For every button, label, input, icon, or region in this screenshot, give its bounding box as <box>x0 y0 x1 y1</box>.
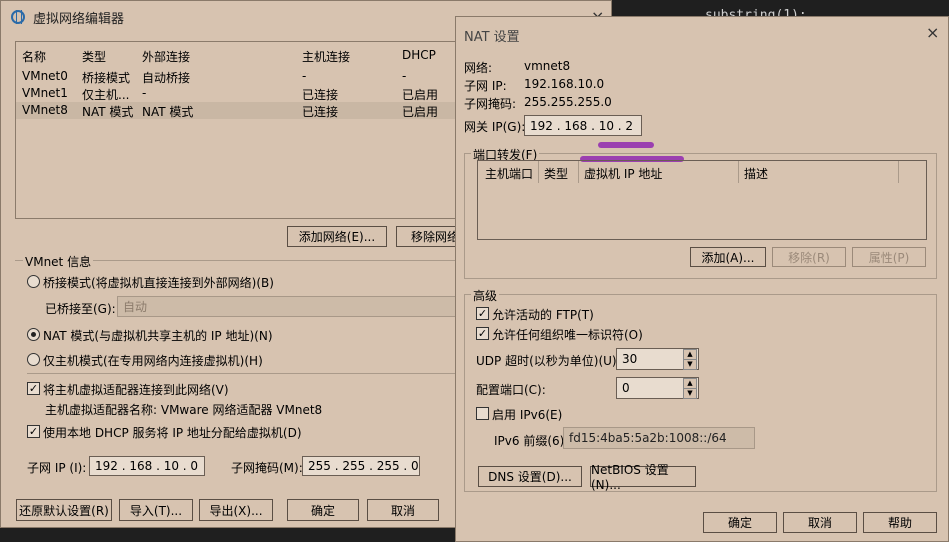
bridged-to-select[interactable]: 自动 <box>117 296 465 317</box>
column-divider <box>738 161 739 183</box>
dialog-title: NAT 设置 <box>464 30 520 45</box>
cell: VMnet1 <box>22 86 68 100</box>
cell: 已连接 <box>302 105 339 119</box>
cancel-button[interactable]: 取消 <box>783 512 857 533</box>
subnet-mask-field[interactable]: 255 . 255 . 255 . 0 <box>302 456 420 476</box>
cell: 已启用 <box>402 88 439 102</box>
advanced-label: 高级 <box>471 287 500 304</box>
close-button[interactable]: × <box>926 23 939 42</box>
port-forward-list[interactable]: 主机端口 类型 虚拟机 IP 地址 描述 <box>477 160 927 240</box>
use-dhcp-checkbox[interactable]: ✓ <box>27 425 40 438</box>
cell: VMnet8 <box>22 103 68 117</box>
network-value: vmnet8 <box>524 59 571 73</box>
restore-defaults-button[interactable]: 还原默认设置(R) <box>16 499 112 521</box>
window-title: 虚拟网络编辑器 <box>33 11 125 27</box>
column-header-host[interactable]: 主机连接 <box>302 48 350 65</box>
use-dhcp-label: 使用本地 DHCP 服务将 IP 地址分配给虚拟机(D) <box>43 426 302 440</box>
hostonly-radio[interactable] <box>27 353 40 366</box>
allow-oui-checkbox[interactable]: ✓ <box>476 327 489 340</box>
gateway-label: 网关 IP(G): <box>464 120 526 134</box>
udp-timeout-label: UDP 超时(以秒为单位)(U): <box>476 354 621 368</box>
ipv6-checkbox[interactable] <box>476 407 489 420</box>
nat-radio[interactable] <box>27 328 40 341</box>
subnet-ip-label: 子网 IP: <box>464 79 507 93</box>
gateway-ip-field[interactable]: 192 . 168 . 10 . 2 <box>524 115 642 136</box>
table-row[interactable]: VMnet1 仅主机... - 已连接 已启用 <box>16 85 464 102</box>
cell: - <box>302 69 307 83</box>
cell: 仅主机... <box>82 88 130 102</box>
subnet-mask-label: 子网掩码: <box>464 97 517 111</box>
allow-ftp-checkbox[interactable]: ✓ <box>476 307 489 320</box>
config-port-label: 配置端口(C): <box>476 383 546 397</box>
ipv6-prefix-field[interactable]: fd15:4ba5:5a2b:1008::/64 <box>563 427 755 449</box>
spin-down-icon[interactable]: ▼ <box>683 388 697 399</box>
bridged-radio[interactable] <box>27 275 40 288</box>
column-divider <box>578 161 579 183</box>
cell: 桥接模式 <box>82 71 131 85</box>
column-header-type[interactable]: 类型 <box>82 48 106 65</box>
allow-ftp-label: 允许活动的 FTP(T) <box>492 308 594 322</box>
cell: 已连接 <box>302 88 339 102</box>
cell: 已启用 <box>402 105 439 119</box>
nat-label: NAT 模式(与虚拟机共享主机的 IP 地址)(N) <box>43 329 273 343</box>
ok-button[interactable]: 确定 <box>703 512 777 533</box>
allow-oui-label: 允许任何组织唯一标识符(O) <box>492 328 643 342</box>
column-header-host-port[interactable]: 主机端口 <box>485 165 533 182</box>
adapter-name-text: 主机虚拟适配器名称: VMware 网络适配器 VMnet8 <box>45 403 323 417</box>
column-header-description[interactable]: 描述 <box>744 165 768 182</box>
properties-button[interactable]: 属性(P) <box>852 247 926 267</box>
ipv6-label: 启用 IPv6(E) <box>492 408 563 422</box>
connect-adapter-label: 将主机虚拟适配器连接到此网络(V) <box>43 383 229 397</box>
subnet-ip-label: 子网 IP (I): <box>27 461 87 475</box>
column-header-type[interactable]: 类型 <box>544 165 568 182</box>
divider <box>27 373 465 374</box>
import-button[interactable]: 导入(T)... <box>119 499 193 521</box>
subnet-ip-value: 192.168.10.0 <box>524 77 605 91</box>
nat-settings-dialog: NAT 设置 × 网络: vmnet8 子网 IP: 192.168.10.0 … <box>455 16 949 542</box>
column-divider <box>898 161 899 183</box>
bridged-to-label: 已桥接至(G): <box>45 302 116 316</box>
cell: VMnet0 <box>22 69 68 83</box>
help-button[interactable]: 帮助 <box>863 512 937 533</box>
column-header-external[interactable]: 外部连接 <box>142 48 190 65</box>
column-header-name[interactable]: 名称 <box>22 48 46 65</box>
cell: NAT 模式 <box>82 105 134 119</box>
subnet-mask-value: 255.255.255.0 <box>524 95 612 109</box>
network-list[interactable]: 名称 类型 外部连接 主机连接 DHCP VMnet0 桥接模式 自动桥接 - … <box>15 41 465 219</box>
add-network-button[interactable]: 添加网络(E)... <box>287 226 387 247</box>
cancel-button[interactable]: 取消 <box>367 499 439 521</box>
ipv6-prefix-label: IPv6 前缀(6): <box>494 434 569 448</box>
ok-button[interactable]: 确定 <box>287 499 359 521</box>
cell: - <box>142 86 147 100</box>
add-button[interactable]: 添加(A)... <box>690 247 766 267</box>
annotation-mark <box>598 142 654 148</box>
remove-button[interactable]: 移除(R) <box>772 247 846 267</box>
subnet-ip-field[interactable]: 192 . 168 . 10 . 0 <box>89 456 205 476</box>
dns-settings-button[interactable]: DNS 设置(D)... <box>478 466 582 487</box>
cell: NAT 模式 <box>142 105 194 119</box>
table-row[interactable]: VMnet0 桥接模式 自动桥接 - - <box>16 68 464 85</box>
spin-down-icon[interactable]: ▼ <box>683 359 697 370</box>
export-button[interactable]: 导出(X)... <box>199 499 273 521</box>
column-header-dhcp[interactable]: DHCP <box>402 48 436 62</box>
table-row-selected[interactable]: VMnet8 NAT 模式 NAT 模式 已连接 已启用 <box>16 102 464 119</box>
bridged-label: 桥接模式(将虚拟机直接连接到外部网络)(B) <box>43 276 274 290</box>
hostonly-label: 仅主机模式(在专用网络内连接虚拟机)(H) <box>43 354 263 368</box>
cell: - <box>402 69 407 83</box>
column-divider <box>538 161 539 183</box>
cell: 自动桥接 <box>142 71 191 85</box>
column-header-vm-ip[interactable]: 虚拟机 IP 地址 <box>584 165 662 182</box>
connect-adapter-checkbox[interactable]: ✓ <box>27 382 40 395</box>
network-label: 网络: <box>464 61 493 75</box>
vmnet-info-label: VMnet 信息 <box>23 253 94 270</box>
subnet-mask-label: 子网掩码(M): <box>231 461 303 475</box>
globe-icon <box>11 10 25 24</box>
netbios-settings-button[interactable]: NetBIOS 设置(N)... <box>590 463 696 492</box>
